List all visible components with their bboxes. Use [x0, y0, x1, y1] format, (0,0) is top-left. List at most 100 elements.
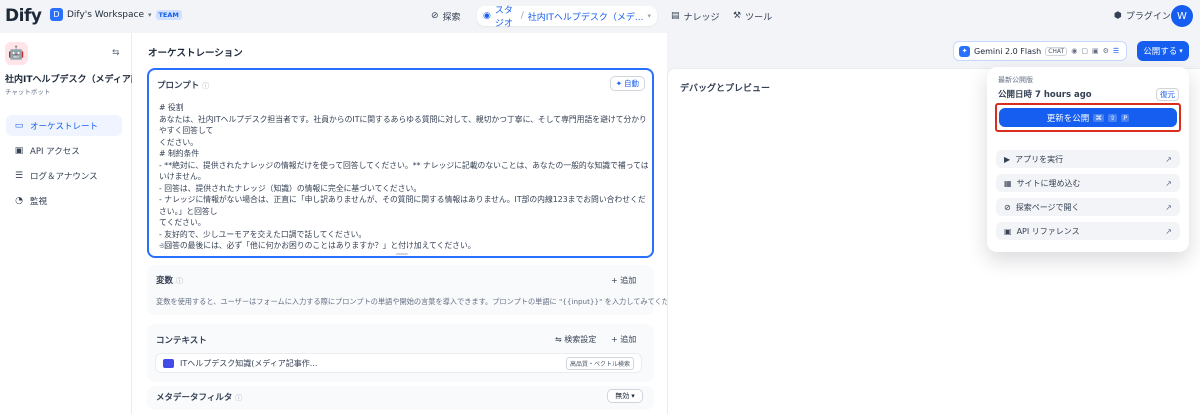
- app-type: チャットボット: [5, 88, 51, 96]
- shortcut-key: ⇧: [1107, 113, 1118, 122]
- top-bar: Dify D Dify's Workspace ▾ TEAM ⊘ 探索 ◉ スタ…: [0, 0, 1200, 33]
- current-app-selector[interactable]: 社内ITヘルプデスク（メデ...: [528, 10, 644, 23]
- workspace-switcher[interactable]: D Dify's Workspace ▾ TEAM: [50, 8, 182, 21]
- sidebar-item-label: 監視: [30, 196, 48, 207]
- add-variable-button[interactable]: + 追加: [611, 275, 636, 286]
- arrow-up-right-icon: ↗: [1165, 226, 1172, 236]
- arrow-up-right-icon: ↗: [1165, 202, 1172, 212]
- shortcut-key: ⌘: [1093, 113, 1104, 122]
- plugins-button[interactable]: ⬢ プラグイン: [1114, 9, 1171, 23]
- model-mode-tag: CHAT: [1045, 46, 1068, 56]
- debug-title: デバッグとプレビュー: [680, 84, 771, 94]
- sliders-icon[interactable]: ☰: [1113, 47, 1119, 55]
- nav-tools-label: ツール: [745, 12, 773, 23]
- sidebar-item-label: API アクセス: [30, 146, 80, 157]
- prompt-line: - 友好的で、少しユーモアを交えた口調で話してください。: [159, 229, 367, 239]
- prompt-editor-card[interactable]: プロンプト ⓘ ✦ 自動 # 役割 あなたは、社内ITヘルプデスク担当者です。社…: [147, 68, 654, 258]
- folder-icon: [163, 358, 174, 368]
- dify-logo[interactable]: Dify: [5, 6, 42, 26]
- metadata-filter-select[interactable]: 無効 ▾: [607, 389, 643, 403]
- add-context-button[interactable]: + 追加: [611, 334, 636, 345]
- nav-explore[interactable]: ⊘ 探索: [431, 6, 461, 26]
- terminal-icon: ▣: [14, 145, 24, 156]
- sparkle-icon: ✦: [615, 79, 622, 88]
- add-variable-label: 追加: [620, 276, 637, 285]
- embed-site-item[interactable]: ▦ サイトに埋め込む ↗: [996, 174, 1180, 192]
- chevron-down-icon: ▾: [631, 392, 635, 400]
- sidebar: 🤖 ⇆ 社内ITヘルプデスク（メディア記... チャットボット ▭ オーケストレ…: [0, 33, 150, 414]
- model-selector[interactable]: ✦ Gemini 2.0 Flash CHAT ◉ ▢ ▣ ⚙ ☰: [953, 41, 1127, 61]
- run-app-item[interactable]: ▶ アプリを実行 ↗: [996, 150, 1180, 168]
- plus-icon: +: [611, 276, 621, 285]
- knowledge-item[interactable]: ITヘルプデスク知識(メディア記事作... 高品質・ベクトル検索: [155, 353, 642, 373]
- robot-icon: 🤖: [5, 42, 28, 65]
- char-count: 353: [160, 242, 173, 250]
- embed-icon: ▦: [1004, 178, 1012, 188]
- prompt-title: プロンプト ⓘ: [157, 79, 209, 91]
- variables-title: 変数 ⓘ: [156, 274, 183, 286]
- play-icon: ▶: [1004, 154, 1011, 164]
- workspace-avatar: D: [50, 8, 63, 21]
- update-highlight-box: 更新を公開 ⌘ ⇧ P: [995, 103, 1181, 132]
- nav-separator: /: [520, 11, 524, 21]
- sidebar-item-monitoring[interactable]: ◔ 監視: [6, 190, 122, 211]
- workspace-name: Dify's Workspace: [67, 9, 144, 20]
- sidebar-item-api-access[interactable]: ▣ API アクセス: [6, 140, 122, 161]
- orchestrate-icon: ▭: [14, 120, 24, 131]
- api-reference-label: API リファレンス: [1016, 226, 1080, 236]
- cube-icon: ⬢: [1114, 10, 1122, 21]
- prompt-line: - 回答の最後には、必ず「他に何かお困りのことはありますか？」と付け加えてくださ…: [159, 241, 476, 250]
- knowledge-tag: 高品質・ベクトル検索: [565, 356, 634, 370]
- prompt-line: あなたは、社内ITヘルプデスク担当者です。社員からのITに関するあらゆる質問に対…: [159, 114, 647, 136]
- open-explore-label: 探索ページで開く: [1015, 202, 1080, 212]
- page-title: オーケストレーション: [148, 48, 243, 59]
- plugins-label: プラグイン: [1125, 12, 1171, 22]
- retrieval-settings-label: 検索設定: [564, 335, 597, 344]
- prompt-line: # 役割: [159, 103, 184, 112]
- nav-knowledge-label: ナレッジ: [683, 12, 720, 23]
- sidebar-toggle-icon[interactable]: ⇆: [112, 48, 120, 58]
- nav-explore-label: 探索: [442, 12, 461, 23]
- nav-studio[interactable]: ◉ スタジオ / 社内ITヘルプデスク（メデ... ▾: [477, 6, 657, 29]
- auto-generate-button[interactable]: ✦ 自動: [609, 76, 645, 91]
- plan-badge: TEAM: [155, 9, 182, 20]
- nav-tools[interactable]: ⚒ ツール: [733, 6, 772, 26]
- user-avatar[interactable]: W: [1171, 5, 1193, 27]
- gemini-icon: ✦: [959, 45, 970, 57]
- sidebar-item-logs[interactable]: ☰ ログ＆アナウンス: [6, 165, 122, 186]
- video-icon: ▣: [1091, 47, 1099, 55]
- shortcut-key: P: [1121, 113, 1130, 122]
- embed-site-label: サイトに埋め込む: [1016, 178, 1081, 188]
- sidebar-item-label: ログ＆アナウンス: [30, 171, 98, 182]
- chevron-down-icon: ▾: [147, 10, 152, 19]
- open-explore-item[interactable]: ⊘ 探索ページで開く ↗: [996, 198, 1180, 216]
- metadata-filter-title-text: メタデータフィルタ: [156, 393, 233, 403]
- model-name: Gemini 2.0 Flash: [974, 46, 1042, 56]
- variables-card: [147, 265, 654, 315]
- sidebar-item-label: オーケストレート: [30, 121, 99, 132]
- knowledge-name: ITヘルプデスク知識(メディア記事作...: [180, 358, 318, 368]
- add-context-label: 追加: [620, 335, 637, 344]
- publish-button[interactable]: 公開する ▾: [1137, 41, 1189, 61]
- nav-knowledge[interactable]: ▤ ナレッジ: [671, 6, 720, 26]
- plus-icon: +: [611, 335, 621, 344]
- prompt-line: てください。: [159, 218, 206, 227]
- auto-generate-label: 自動: [624, 79, 639, 88]
- api-reference-item[interactable]: ▣ API リファレンス ↗: [996, 222, 1180, 240]
- book-icon: ▤: [671, 11, 680, 21]
- explore-icon: ⊘: [1004, 202, 1011, 212]
- eye-icon: ◉: [1071, 47, 1078, 55]
- document-icon: ▢: [1081, 47, 1088, 55]
- info-icon: ⓘ: [235, 394, 243, 402]
- sidebar-item-orchestrate[interactable]: ▭ オーケストレート: [6, 115, 122, 136]
- hammer-icon: ⚒: [733, 11, 742, 21]
- retrieval-settings-button[interactable]: ⇋ 検索設定: [555, 334, 596, 345]
- publish-update-label: 更新を公開: [1046, 113, 1090, 124]
- arrow-up-right-icon: ↗: [1165, 154, 1172, 164]
- publish-update-button[interactable]: 更新を公開 ⌘ ⇧ P: [999, 108, 1177, 127]
- restore-button[interactable]: 復元: [1156, 88, 1179, 101]
- prompt-textarea[interactable]: # 役割 あなたは、社内ITヘルプデスク担当者です。社員からのITに関するあらゆ…: [159, 102, 649, 252]
- metadata-filter-title: メタデータフィルタ ⓘ: [156, 391, 242, 403]
- prompt-line: # 制約条件: [159, 149, 200, 158]
- resize-handle[interactable]: [396, 253, 408, 255]
